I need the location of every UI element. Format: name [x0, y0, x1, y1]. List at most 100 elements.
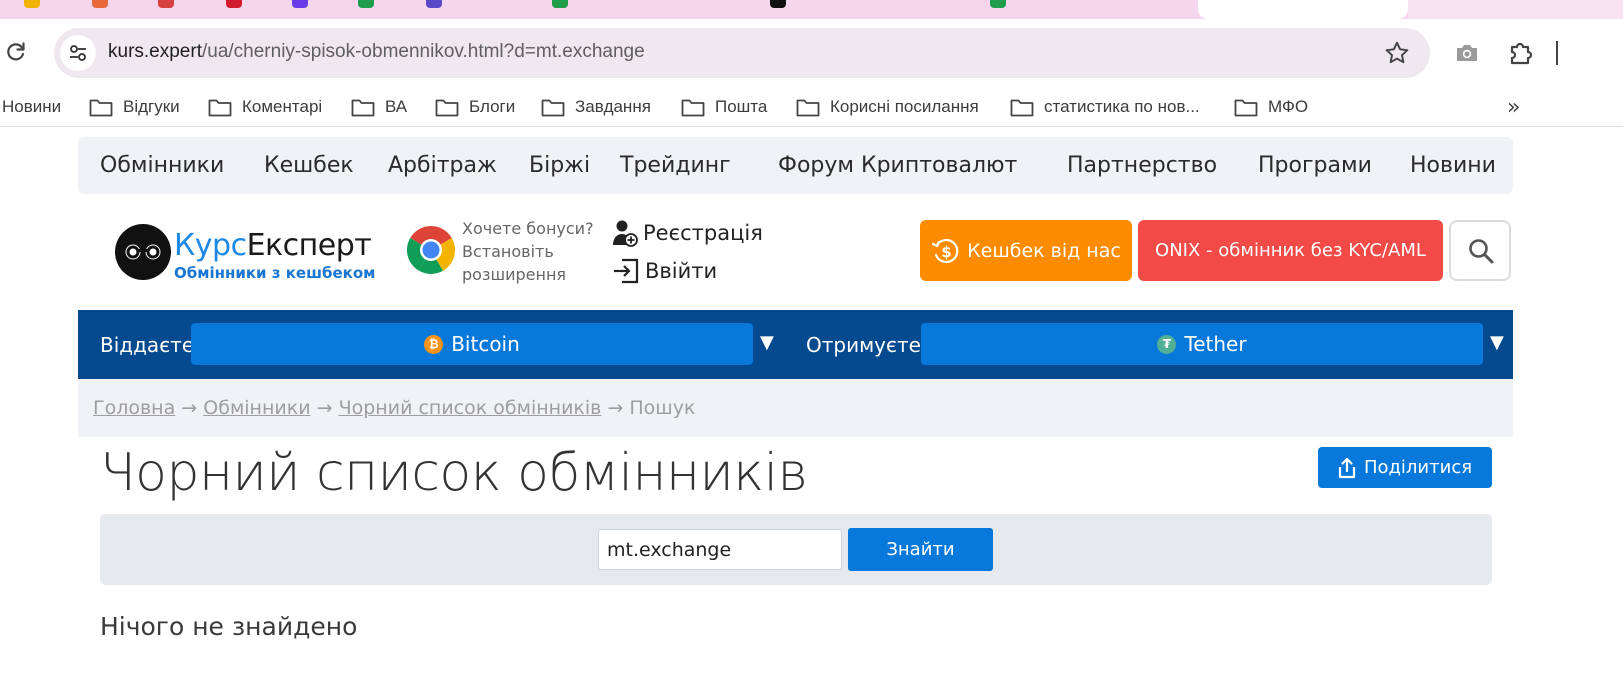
- onix-label: ONIX - обмінник без KYC/AML: [1155, 240, 1426, 261]
- onix-promo-button[interactable]: ONIX - обмінник без KYC/AML: [1138, 220, 1443, 281]
- logo-tagline: Обмінники з кешбеком: [174, 264, 376, 282]
- share-icon: [1338, 457, 1356, 478]
- bookmark-folder[interactable]: МФО: [1234, 96, 1308, 118]
- share-button[interactable]: Поділитися: [1318, 447, 1492, 488]
- give-currency-select[interactable]: ₿ Bitcoin: [191, 323, 753, 365]
- bookmark-folder[interactable]: ВА: [351, 96, 407, 118]
- site-info-button[interactable]: [60, 35, 96, 71]
- bookmark-label: Блоги: [469, 97, 516, 116]
- find-button[interactable]: Знайти: [848, 528, 993, 571]
- exchange-direction-bar: Віддаєте ₿ Bitcoin ▼ Отримуєте ₮ Tether …: [78, 310, 1513, 379]
- give-label: Віддаєте: [100, 333, 195, 357]
- folder-icon: [351, 99, 375, 116]
- tab-favicon[interactable]: [226, 0, 242, 8]
- url-host: kurs.expert: [108, 41, 202, 62]
- browser-menu-edge[interactable]: [1556, 41, 1560, 65]
- logo-part2: Експерт: [246, 228, 372, 263]
- folder-icon: [435, 99, 459, 116]
- tab-favicon[interactable]: [426, 0, 442, 8]
- get-dropdown-arrow-icon[interactable]: ▼: [1490, 332, 1504, 353]
- site-search-button[interactable]: [1449, 220, 1511, 281]
- tab-favicon[interactable]: [990, 0, 1006, 8]
- breadcrumb: Головна → Обмінники → Чорний список обмі…: [78, 379, 1513, 437]
- bookmark-folder[interactable]: Пошта: [681, 96, 767, 118]
- tab-favicon[interactable]: [92, 0, 108, 8]
- extension-promo[interactable]: Хочете бонуси? Встановіть розширення: [462, 217, 594, 286]
- folder-icon: [89, 99, 113, 116]
- register-label: Реєстрація: [643, 221, 763, 245]
- bookmarks-overflow-button[interactable]: »: [1507, 95, 1520, 120]
- tab-favicon[interactable]: [24, 0, 40, 8]
- get-currency: Tether: [1184, 332, 1247, 356]
- tab-new-area[interactable]: [1408, 0, 1623, 19]
- blacklist-search-input[interactable]: [598, 529, 842, 570]
- bookmark-label: статистика по нов...: [1044, 97, 1200, 116]
- chrome-browser-icon[interactable]: [405, 224, 457, 276]
- nav-item-crypto-forum[interactable]: Форум Криптовалют: [778, 153, 1017, 178]
- breadcrumb-current: Пошук: [629, 397, 696, 419]
- bookmark-star-icon[interactable]: [1384, 40, 1410, 66]
- active-tab[interactable]: [1198, 0, 1408, 19]
- login-link[interactable]: Ввійти: [612, 258, 717, 284]
- tab-favicon[interactable]: [158, 0, 174, 8]
- nav-item-arbitrage[interactable]: Арбітраж: [388, 153, 497, 178]
- address-bar[interactable]: kurs.expert/ua/cherniy-spisok-obmennikov…: [54, 28, 1430, 78]
- site-logo[interactable]: КурсЕксперт Обмінники з кешбеком: [114, 222, 376, 282]
- nav-item-trading[interactable]: Трейдинг: [620, 153, 731, 178]
- breadcrumb-separator: →: [316, 397, 333, 419]
- breadcrumb-separator: →: [181, 397, 198, 419]
- no-results-message: Нічого не знайдено: [100, 612, 358, 641]
- login-icon: [614, 258, 639, 284]
- give-dropdown-arrow-icon[interactable]: ▼: [760, 332, 774, 353]
- folder-icon: [541, 99, 565, 116]
- nav-item-exchanges[interactable]: Біржі: [529, 153, 590, 178]
- svg-text:$: $: [941, 243, 951, 261]
- folder-icon: [796, 99, 820, 116]
- tune-icon: [70, 45, 86, 61]
- nav-item-programs[interactable]: Програми: [1258, 153, 1372, 178]
- nav-item-news[interactable]: Новини: [1410, 153, 1496, 178]
- breadcrumb-separator: →: [607, 397, 624, 419]
- extensions-puzzle-icon[interactable]: [1507, 39, 1535, 67]
- bookmark-label: Коментарі: [242, 97, 323, 116]
- bookmark-folder[interactable]: Корисні посилання: [796, 96, 979, 118]
- folder-icon: [208, 99, 232, 116]
- camera-icon[interactable]: [1454, 41, 1480, 65]
- register-link[interactable]: Реєстрація: [612, 219, 763, 247]
- bookmark-label: Відгуки: [123, 97, 180, 116]
- reload-icon[interactable]: [4, 40, 28, 64]
- bookmark-label: Пошта: [715, 97, 768, 116]
- logo-wordmark: КурсЕксперт: [174, 228, 372, 263]
- bookmark-folder[interactable]: Коментарі: [208, 96, 322, 118]
- nav-item-partnership[interactable]: Партнерство: [1067, 153, 1217, 178]
- cashback-button[interactable]: $ Кешбек від нас: [920, 220, 1132, 281]
- nav-item-exchangers[interactable]: Обмінники: [100, 153, 224, 178]
- search-icon: [1469, 239, 1494, 264]
- bookmarks-bar: Новини Відгуки Коментарі ВА Блоги Завдан…: [0, 87, 1623, 127]
- breadcrumb-home[interactable]: Головна: [93, 397, 175, 419]
- url-text[interactable]: kurs.expert/ua/cherniy-spisok-obmennikov…: [108, 41, 645, 63]
- tab-favicon[interactable]: [770, 0, 786, 8]
- tab-strip: [0, 0, 1623, 19]
- bookmark-label: Завдання: [575, 97, 651, 116]
- bookmark-folder[interactable]: статистика по нов...: [1010, 96, 1200, 118]
- tab-favicon[interactable]: [292, 0, 308, 8]
- bookmark-folder[interactable]: Завдання: [541, 96, 651, 118]
- promo-line: розширення: [462, 265, 567, 284]
- promo-line: Хочете бонуси?: [462, 219, 594, 238]
- nav-item-cashback[interactable]: Кешбек: [264, 153, 354, 178]
- promo-line: Встановіть: [462, 242, 554, 261]
- breadcrumb-exchangers[interactable]: Обмінники: [203, 397, 310, 419]
- tab-favicon[interactable]: [552, 0, 568, 8]
- add-user-icon: [613, 220, 638, 247]
- cashback-label: Кешбек від нас: [967, 239, 1121, 262]
- breadcrumb-blacklist[interactable]: Чорний список обмінників: [339, 397, 602, 419]
- bookmark-folder[interactable]: Відгуки: [89, 96, 180, 118]
- url-path: /ua/cherniy-spisok-obmennikov.html?d=mt.…: [201, 41, 645, 62]
- bookmark-item[interactable]: Новини: [2, 96, 61, 118]
- bookmark-folder[interactable]: Блоги: [435, 96, 515, 118]
- folder-icon: [681, 99, 705, 116]
- get-currency-select[interactable]: ₮ Tether: [921, 323, 1483, 365]
- bookmark-label: Новини: [2, 97, 62, 116]
- tab-favicon[interactable]: [358, 0, 374, 8]
